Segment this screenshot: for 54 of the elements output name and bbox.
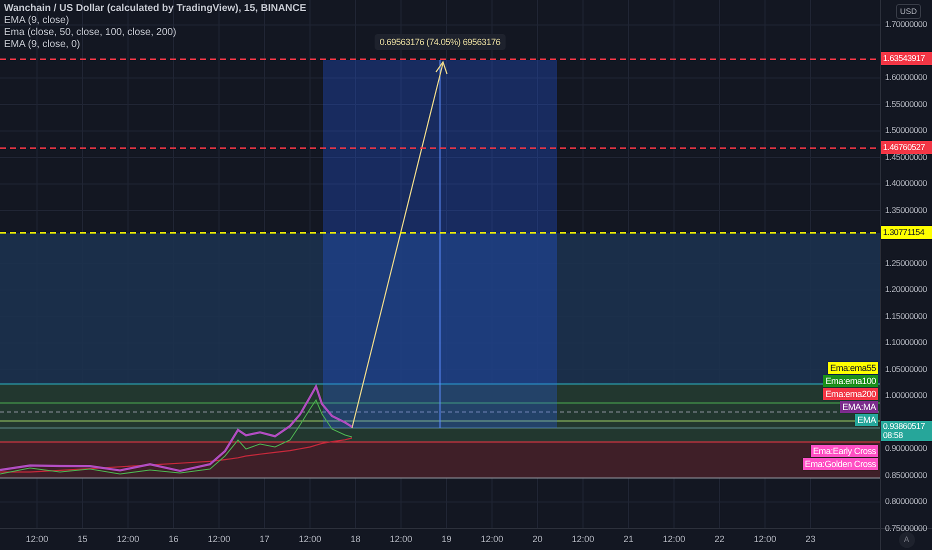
price-label: 1.05000000: [885, 364, 927, 374]
price-label: 0.80000000: [885, 496, 927, 506]
indicator-tag: Ema:ema100: [823, 375, 878, 387]
time-label: 12:00: [298, 534, 322, 544]
time-label: 22: [713, 534, 726, 544]
price-tag: 1.63543917: [881, 52, 932, 66]
indicator-tag: Ema:ema200: [823, 388, 878, 400]
time-label: 20: [531, 534, 544, 544]
price-label: 1.60000000: [885, 72, 927, 82]
time-label: 16: [167, 534, 180, 544]
indicator-label: EMA (9, close, 0): [4, 39, 82, 50]
time-label: 12:00: [662, 534, 686, 544]
price-label: 1.25000000: [885, 258, 927, 268]
time-label: 17: [258, 534, 270, 544]
price-label: 1.15000000: [885, 310, 927, 320]
price-tag: 1.46760527: [881, 141, 932, 154]
measure-label: 0.69563176 (74.05%) 69563176: [374, 34, 506, 50]
time-label: 19: [440, 534, 452, 544]
indicator-label: Ema (close, 50, close, 100, close, 200): [4, 27, 178, 38]
time-label: 21: [622, 534, 634, 544]
currency-button[interactable]: USD: [896, 4, 921, 19]
time-label: 18: [349, 534, 362, 544]
price-label: 1.10000000: [885, 337, 927, 347]
indicator-tag: EMA: [855, 414, 878, 426]
indicator-label: EMA (9, close): [4, 15, 70, 26]
time-label: 12:00: [752, 534, 778, 544]
countdown: 08:58: [883, 430, 904, 440]
chart-title: Wanchain / US Dollar (calculated by TradingView), 15, BINANCE: [4, 3, 306, 14]
price-tag: 1.30771154: [881, 226, 932, 239]
time-label: 12:00: [480, 534, 504, 544]
price-label: 1.55000000: [885, 98, 927, 108]
indicator-tag: EMA:MA: [840, 401, 878, 413]
time-label: 12:00: [388, 534, 414, 544]
time-label: 12:00: [116, 534, 140, 544]
price-label: 1.20000000: [885, 284, 927, 294]
price-label: 1.00000000: [885, 390, 927, 400]
time-label: 12:00: [570, 534, 596, 544]
time-label: 15: [76, 534, 88, 544]
indicator-tag: Ema:Golden Cross: [802, 458, 878, 470]
price-label: 1.35000000: [885, 204, 927, 214]
price-label: 1.70000000: [885, 19, 927, 29]
price-label: 0.85000000: [885, 470, 927, 480]
price-label: 1.50000000: [885, 125, 927, 135]
price-label: 1.45000000: [885, 152, 927, 162]
price-label: 0.75000000: [885, 522, 927, 532]
time-label: 23: [804, 534, 816, 544]
time-label: 12:00: [206, 534, 232, 544]
indicator-tag: Ema:Early Cross: [810, 445, 878, 457]
price-label: 1.40000000: [885, 178, 927, 188]
indicator-tag: Ema:ema55: [828, 362, 878, 374]
auto-scale-button[interactable]: A: [898, 532, 914, 548]
price-label: 0.90000000: [885, 443, 927, 453]
time-label: 12:00: [24, 534, 50, 544]
price-value: 0.93860517: [883, 422, 926, 431]
